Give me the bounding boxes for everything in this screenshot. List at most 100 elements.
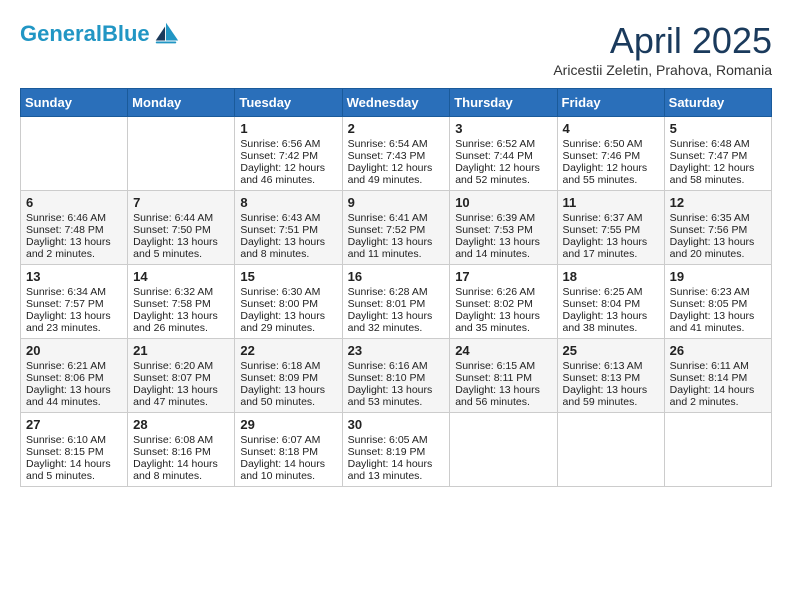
day-info: Sunset: 7:47 PM: [670, 150, 766, 162]
day-info: Sunset: 7:52 PM: [348, 224, 445, 236]
calendar-cell: 2Sunrise: 6:54 AMSunset: 7:43 PMDaylight…: [342, 117, 450, 191]
day-number: 11: [563, 195, 659, 210]
day-info: Sunrise: 6:23 AM: [670, 286, 766, 298]
day-info: Daylight: 12 hours and 49 minutes.: [348, 162, 445, 186]
calendar-cell: 6Sunrise: 6:46 AMSunset: 7:48 PMDaylight…: [21, 191, 128, 265]
calendar-cell: [450, 413, 557, 487]
calendar-cell: 18Sunrise: 6:25 AMSunset: 8:04 PMDayligh…: [557, 265, 664, 339]
day-info: Sunrise: 6:43 AM: [240, 212, 336, 224]
day-info: Daylight: 13 hours and 59 minutes.: [563, 384, 659, 408]
day-info: Daylight: 13 hours and 5 minutes.: [133, 236, 229, 260]
calendar-cell: 14Sunrise: 6:32 AMSunset: 7:58 PMDayligh…: [128, 265, 235, 339]
day-number: 20: [26, 343, 122, 358]
day-info: Sunrise: 6:13 AM: [563, 360, 659, 372]
calendar-week-row: 27Sunrise: 6:10 AMSunset: 8:15 PMDayligh…: [21, 413, 772, 487]
calendar-cell: 3Sunrise: 6:52 AMSunset: 7:44 PMDaylight…: [450, 117, 557, 191]
calendar-cell: 10 Sunrise: 6:39 AMSunset: 7:53 PMDayligh…: [450, 191, 557, 265]
day-info: Daylight: 14 hours and 13 minutes.: [348, 458, 445, 482]
day-info: Daylight: 12 hours and 52 minutes.: [455, 162, 551, 186]
day-info: Sunrise: 6:10 AM: [26, 434, 122, 446]
day-info: Sunset: 8:07 PM: [133, 372, 229, 384]
day-info: Sunrise: 6:15 AM: [455, 360, 551, 372]
day-info: Daylight: 13 hours and 8 minutes.: [240, 236, 336, 260]
day-number: 29: [240, 417, 336, 432]
day-info: Daylight: 14 hours and 8 minutes.: [133, 458, 229, 482]
day-info: Sunrise: 6:41 AM: [348, 212, 445, 224]
day-info: Sunrise: 6:18 AM: [240, 360, 336, 372]
calendar-cell: 21Sunrise: 6:20 AMSunset: 8:07 PMDayligh…: [128, 339, 235, 413]
day-info: Daylight: 13 hours and 41 minutes.: [670, 310, 766, 334]
day-info: Daylight: 13 hours and 2 minutes.: [26, 236, 122, 260]
day-info: Sunrise: 6:46 AM: [26, 212, 122, 224]
day-info: Sunrise: 6:07 AM: [240, 434, 336, 446]
day-number: 8: [240, 195, 336, 210]
calendar-cell: 13Sunrise: 6:34 AMSunset: 7:57 PMDayligh…: [21, 265, 128, 339]
day-info: Sunset: 8:05 PM: [670, 298, 766, 310]
day-number: 28: [133, 417, 229, 432]
day-info: Daylight: 14 hours and 5 minutes.: [26, 458, 122, 482]
day-info: Daylight: 12 hours and 58 minutes.: [670, 162, 766, 186]
day-number: 4: [563, 121, 659, 136]
day-number: 3: [455, 121, 551, 136]
calendar-cell: 1Sunrise: 6:56 AMSunset: 7:42 PMDaylight…: [235, 117, 342, 191]
day-info: Sunset: 8:19 PM: [348, 446, 445, 458]
day-info: Daylight: 14 hours and 2 minutes.: [670, 384, 766, 408]
calendar-cell: [21, 117, 128, 191]
day-number: 19: [670, 269, 766, 284]
day-info: Sunrise: 6:39 AM: [455, 212, 551, 224]
day-info: Sunrise: 6:30 AM: [240, 286, 336, 298]
day-info: Daylight: 13 hours and 35 minutes.: [455, 310, 551, 334]
day-info: Sunset: 8:13 PM: [563, 372, 659, 384]
day-info: Sunset: 8:10 PM: [348, 372, 445, 384]
day-info: Daylight: 13 hours and 14 minutes.: [455, 236, 551, 260]
logo-text: GeneralBlue: [20, 22, 150, 46]
day-info: Daylight: 13 hours and 53 minutes.: [348, 384, 445, 408]
day-info: Sunrise: 6:37 AM: [563, 212, 659, 224]
logo-icon: [152, 20, 180, 48]
calendar-cell: 5Sunrise: 6:48 AMSunset: 7:47 PMDaylight…: [664, 117, 771, 191]
day-info: Sunrise: 6:28 AM: [348, 286, 445, 298]
day-info: Sunset: 8:18 PM: [240, 446, 336, 458]
day-number: 6: [26, 195, 122, 210]
day-number: 10: [455, 195, 551, 210]
calendar-cell: 12Sunrise: 6:35 AMSunset: 7:56 PMDayligh…: [664, 191, 771, 265]
day-info: Sunrise: 6:26 AM: [455, 286, 551, 298]
day-info: Sunrise: 6:44 AM: [133, 212, 229, 224]
day-info: Daylight: 12 hours and 55 minutes.: [563, 162, 659, 186]
day-number: 16: [348, 269, 445, 284]
day-info: Sunrise: 6:25 AM: [563, 286, 659, 298]
day-info: Sunrise: 6:50 AM: [563, 138, 659, 150]
day-info: Sunrise: 6:35 AM: [670, 212, 766, 224]
day-info: Daylight: 13 hours and 29 minutes.: [240, 310, 336, 334]
day-info: Sunrise: 6:32 AM: [133, 286, 229, 298]
day-number: 18: [563, 269, 659, 284]
calendar-header-row: SundayMondayTuesdayWednesdayThursdayFrid…: [21, 89, 772, 117]
day-info: Daylight: 14 hours and 10 minutes.: [240, 458, 336, 482]
day-info: Sunrise: 6:16 AM: [348, 360, 445, 372]
calendar-day-header: Wednesday: [342, 89, 450, 117]
calendar-cell: 30Sunrise: 6:05 AMSunset: 8:19 PMDayligh…: [342, 413, 450, 487]
calendar-day-header: Thursday: [450, 89, 557, 117]
calendar-day-header: Saturday: [664, 89, 771, 117]
day-number: 14: [133, 269, 229, 284]
day-info: Sunset: 8:14 PM: [670, 372, 766, 384]
day-number: 27: [26, 417, 122, 432]
day-info: Sunset: 7:53 PM: [455, 224, 551, 236]
calendar-day-header: Monday: [128, 89, 235, 117]
day-info: Daylight: 12 hours and 46 minutes.: [240, 162, 336, 186]
day-info: Sunrise: 6:08 AM: [133, 434, 229, 446]
calendar-cell: 7Sunrise: 6:44 AMSunset: 7:50 PMDaylight…: [128, 191, 235, 265]
day-number: 17: [455, 269, 551, 284]
day-info: Daylight: 13 hours and 50 minutes.: [240, 384, 336, 408]
day-info: Sunset: 7:58 PM: [133, 298, 229, 310]
calendar-cell: 25Sunrise: 6:13 AMSunset: 8:13 PMDayligh…: [557, 339, 664, 413]
day-info: Sunrise: 6:11 AM: [670, 360, 766, 372]
day-info: Sunrise: 6:48 AM: [670, 138, 766, 150]
day-info: Daylight: 13 hours and 20 minutes.: [670, 236, 766, 260]
day-info: Sunset: 7:55 PM: [563, 224, 659, 236]
day-info: Daylight: 13 hours and 17 minutes.: [563, 236, 659, 260]
calendar-cell: 11 Sunrise: 6:37 AMSunset: 7:55 PMDayligh…: [557, 191, 664, 265]
calendar-cell: [664, 413, 771, 487]
day-info: Sunset: 7:56 PM: [670, 224, 766, 236]
calendar-cell: 27Sunrise: 6:10 AMSunset: 8:15 PMDayligh…: [21, 413, 128, 487]
